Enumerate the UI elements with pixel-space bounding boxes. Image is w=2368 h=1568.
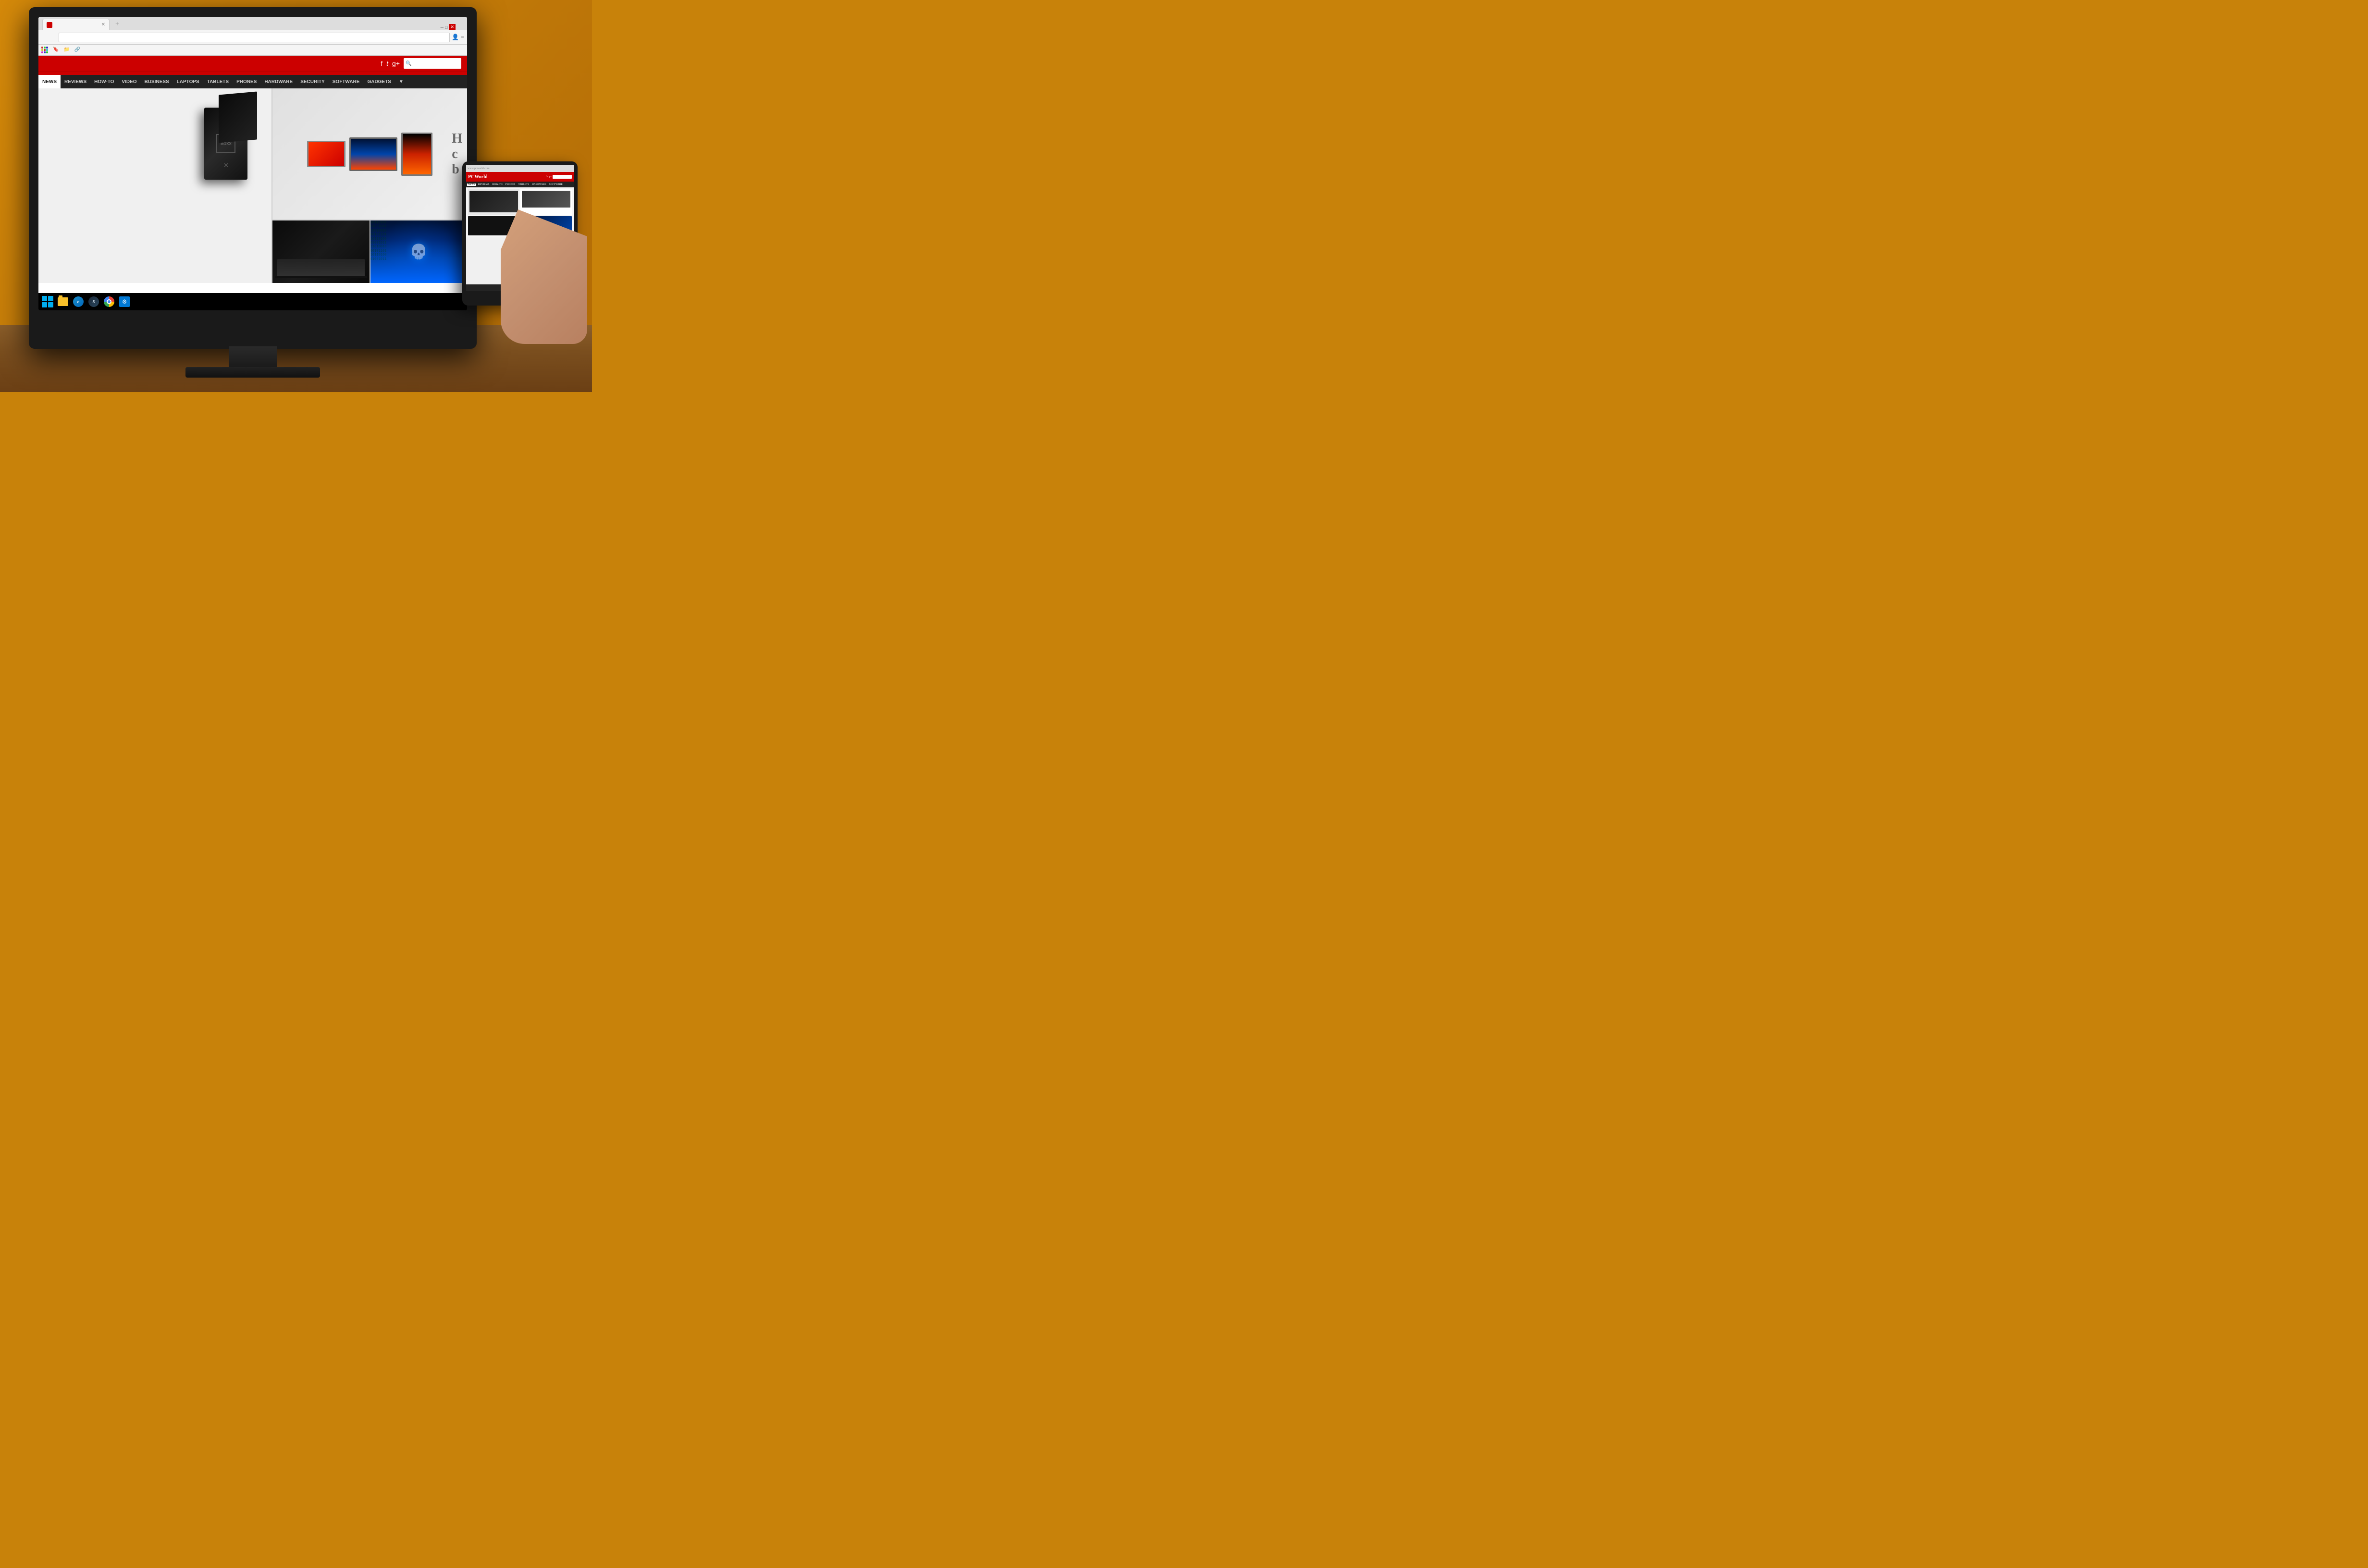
menu-icon[interactable]: ≡ [461,34,464,41]
tv-screen: ✕ + ─ □ ✕ 👤 ≡ [38,17,467,310]
gplus-icon[interactable]: g+ [392,60,400,67]
social-links: f t g+ 🔍 [381,58,461,69]
new-tab-button[interactable]: + [111,19,124,30]
nav-item-howto[interactable]: HOW-TO [90,75,118,88]
browser-icons-right: 👤 ≡ [452,34,464,41]
active-tab[interactable]: ✕ [42,19,110,30]
share-icon: 🔗 [74,47,80,52]
tab-favicon [47,22,52,28]
nav-item-gadgets[interactable]: GADGETS [363,75,395,88]
nav-item-phones[interactable]: PHONES [233,75,260,88]
folder-tab [59,295,62,298]
pcworld-tagline [38,72,467,75]
tablet-address-bar: www.pcworld.com [466,165,574,172]
tablet-search-bar [553,175,572,179]
boxx-x-logo: ✕ [223,162,229,170]
screen-2 [349,137,397,171]
windows-logo-icon [42,296,53,307]
tab-close-icon[interactable]: ✕ [101,22,105,27]
tablet-article-image [522,191,570,208]
windows-start-button[interactable] [40,294,55,309]
hero-article[interactable]: BOXX ✕ [38,88,271,283]
tv-unit: ✕ + ─ □ ✕ 👤 ≡ [29,7,477,349]
nav-item-reviews[interactable]: REVIEWS [61,75,90,88]
content-area: BOXX ✕ [38,88,467,283]
file-explorer-button[interactable] [56,294,70,309]
laptop-shape [277,259,364,278]
se-bookmark[interactable]: 🔗 [74,47,81,52]
nav-item-laptops[interactable]: LAPTOPS [173,75,203,88]
steam-button[interactable]: S [86,294,101,309]
tv-bezel-bottom [29,313,477,339]
nav-item-hardware[interactable]: HARDWARE [260,75,296,88]
site-search[interactable]: 🔍 [404,58,461,69]
tablet-nav-tablets: TABLETS [517,184,530,186]
address-bar[interactable] [59,33,450,42]
user-icon[interactable]: 👤 [452,34,459,41]
hero-image: BOXX ✕ [161,93,257,199]
suggested-icon: 🔖 [53,47,59,52]
hand-tablet-container: www.pcworld.com PCWorld f t g+ NEWS REVI… [433,161,587,344]
browser-toolbar: 👤 ≡ [38,30,467,45]
chrome-button[interactable] [102,294,116,309]
hand-shape [501,209,587,344]
tablet-url: www.pcworld.com [468,167,490,170]
tablet-pcworld-logo: PCWorld [468,174,488,180]
laptop-base [275,276,367,278]
hand-skin [501,209,587,344]
pcworld-website: f t g+ 🔍 NEWS REVIEWS HOW-TO VIDEO BUSIN… [38,55,467,293]
tablet-nav-howto: HOW-TO [491,184,503,186]
nav-item-video[interactable]: VIDEO [118,75,140,88]
folder-icon: 📁 [63,47,69,52]
tablet-social: f t g+ [546,175,572,179]
minimize-icon[interactable]: ─ [441,25,444,30]
tv-stand-base [185,367,320,378]
screen-1 [307,141,345,167]
tablet-nav-news: NEWS [467,184,476,186]
nav-item-software[interactable]: SOFTWARE [329,75,364,88]
facebook-icon[interactable]: f [381,60,382,67]
nav-item-business[interactable]: BUSINESS [141,75,173,88]
pcworld-header: f t g+ 🔍 [38,55,467,72]
browser-chrome: ✕ + ─ □ ✕ 👤 ≡ [38,17,467,56]
nav-item-tablets[interactable]: TABLETS [203,75,233,88]
back-button[interactable] [41,37,45,38]
bookmarks-bar: 🔖 📁 🔗 [38,45,467,55]
tv-stand-neck [229,346,277,368]
tablet-nav-software: SOFTWARE [548,184,564,186]
chrome-center [107,299,111,304]
taskbar: e S ⚙ [38,293,467,310]
screen-3 [401,133,432,176]
chrome-icon [104,296,114,307]
tablet-nav: NEWS REVIEWS HOW-TO PHONES TABLETS HARDW… [466,182,574,187]
refresh-button[interactable] [53,37,57,38]
maximize-icon[interactable]: □ [445,25,447,30]
tablet-nav-reviews: REVIEWS [477,184,491,186]
twitter-icon[interactable]: t [386,60,388,67]
folder-taskbar-icon [58,297,68,306]
suggested-sites-bookmark[interactable]: 🔖 [53,47,60,52]
apps-bookmark[interactable] [41,47,49,53]
tablet-pcworld-header: PCWorld f t g+ [466,172,574,182]
search-icon: 🔍 [406,61,411,66]
ie-button[interactable]: e [71,294,86,309]
ie-icon: e [73,296,84,307]
laptop-article[interactable] [272,220,369,283]
main-navigation: NEWS REVIEWS HOW-TO VIDEO BUSINESS LAPTO… [38,75,467,88]
nav-more-button[interactable]: ▼ [395,75,407,88]
settings-icon: ⚙ [119,296,130,307]
tablet-nav-hardware: HARDWARE [531,184,547,186]
tablet-nav-phones: PHONES [505,184,517,186]
apps-grid-icon [41,47,48,53]
imported-bookmark[interactable]: 📁 [63,47,70,52]
settings-button[interactable]: ⚙ [117,294,132,309]
nav-item-security[interactable]: SECURITY [296,75,329,88]
nav-item-news[interactable]: NEWS [38,75,61,88]
pc-tower-top [219,92,257,143]
close-window-icon[interactable]: ✕ [449,24,456,30]
steam-icon: S [88,296,99,307]
tab-bar: ✕ + ─ □ ✕ [38,17,467,30]
forward-button[interactable] [47,37,51,38]
